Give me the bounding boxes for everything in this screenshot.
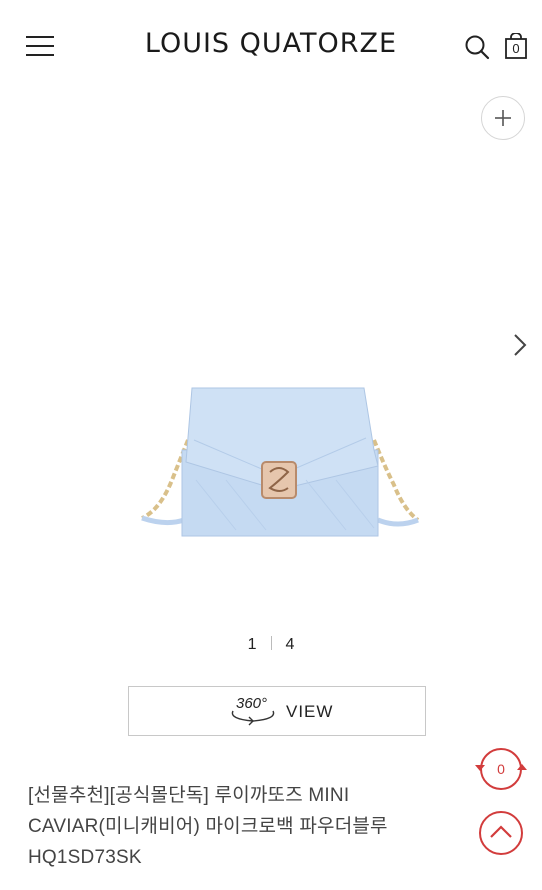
recent-items-button[interactable]: 0 — [475, 748, 527, 790]
product-title-line1: [선물추천][공식몰단독] 루이까또즈 MINI — [28, 785, 350, 806]
product-title-line2: CAVIAR(미니캐비어) 마이크로백 파우더블루 — [28, 816, 388, 837]
chevron-up-icon — [490, 825, 512, 838]
shopping-bag-button[interactable]: 0 — [505, 32, 527, 59]
view-label: VIEW — [286, 702, 334, 721]
total-pages: 4 — [285, 636, 295, 653]
chevron-right-icon[interactable] — [508, 331, 532, 359]
search-icon[interactable] — [464, 34, 490, 60]
pager-divider — [270, 636, 272, 650]
product-image — [136, 370, 426, 550]
zoom-button[interactable] — [481, 96, 525, 140]
right-arrow-icon — [517, 764, 527, 770]
scroll-top-button[interactable] — [479, 811, 523, 855]
rotate-360-icon: 360° — [227, 693, 279, 729]
gallery-pager: 14 — [0, 636, 542, 654]
cart-count: 0 — [512, 41, 520, 56]
view-360-badge: 360° — [236, 695, 268, 712]
recent-count: 0 — [497, 761, 505, 777]
brand-logo[interactable]: LOUIS QUATORZE — [0, 28, 542, 59]
site-header: LOUIS QUATORZE 0 — [0, 0, 542, 92]
current-page: 1 — [247, 636, 257, 653]
plus-icon — [495, 110, 511, 126]
view-360-button[interactable]: 360° VIEW — [128, 686, 426, 736]
product-title: [선물추천][공식몰단독] 루이까또즈 MINI CAVIAR(미니캐비어) 마… — [28, 780, 458, 873]
product-code: HQ1SD73SK — [28, 847, 142, 868]
